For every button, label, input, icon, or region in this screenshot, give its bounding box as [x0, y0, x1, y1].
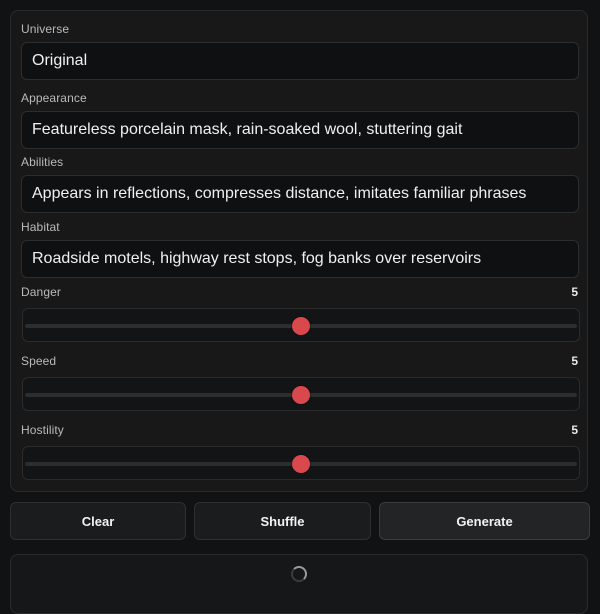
speed-slider[interactable]	[22, 377, 580, 411]
universe-input[interactable]: Original	[21, 42, 579, 80]
loading-spinner-icon	[291, 566, 307, 582]
universe-label: Universe	[21, 22, 70, 36]
speed-label: Speed	[21, 354, 57, 368]
speed-value: 5	[571, 354, 578, 368]
appearance-label: Appearance	[21, 91, 87, 105]
hostility-slider[interactable]	[22, 446, 580, 480]
abilities-input[interactable]: Appears in reflections, compresses dista…	[21, 175, 579, 213]
danger-label: Danger	[21, 285, 61, 299]
shuffle-button[interactable]: Shuffle	[194, 502, 371, 540]
danger-value: 5	[571, 285, 578, 299]
danger-slider[interactable]	[22, 308, 580, 342]
hostility-value: 5	[571, 423, 578, 437]
habitat-label: Habitat	[21, 220, 60, 234]
speed-slider-thumb[interactable]	[292, 386, 310, 404]
generate-button[interactable]: Generate	[379, 502, 590, 540]
abilities-label: Abilities	[21, 155, 64, 169]
output-panel	[10, 554, 588, 614]
danger-slider-thumb[interactable]	[292, 317, 310, 335]
hostility-label: Hostility	[21, 423, 64, 437]
clear-button[interactable]: Clear	[10, 502, 186, 540]
hostility-slider-thumb[interactable]	[292, 455, 310, 473]
appearance-input[interactable]: Featureless porcelain mask, rain-soaked …	[21, 111, 579, 149]
habitat-input[interactable]: Roadside motels, highway rest stops, fog…	[21, 240, 579, 278]
